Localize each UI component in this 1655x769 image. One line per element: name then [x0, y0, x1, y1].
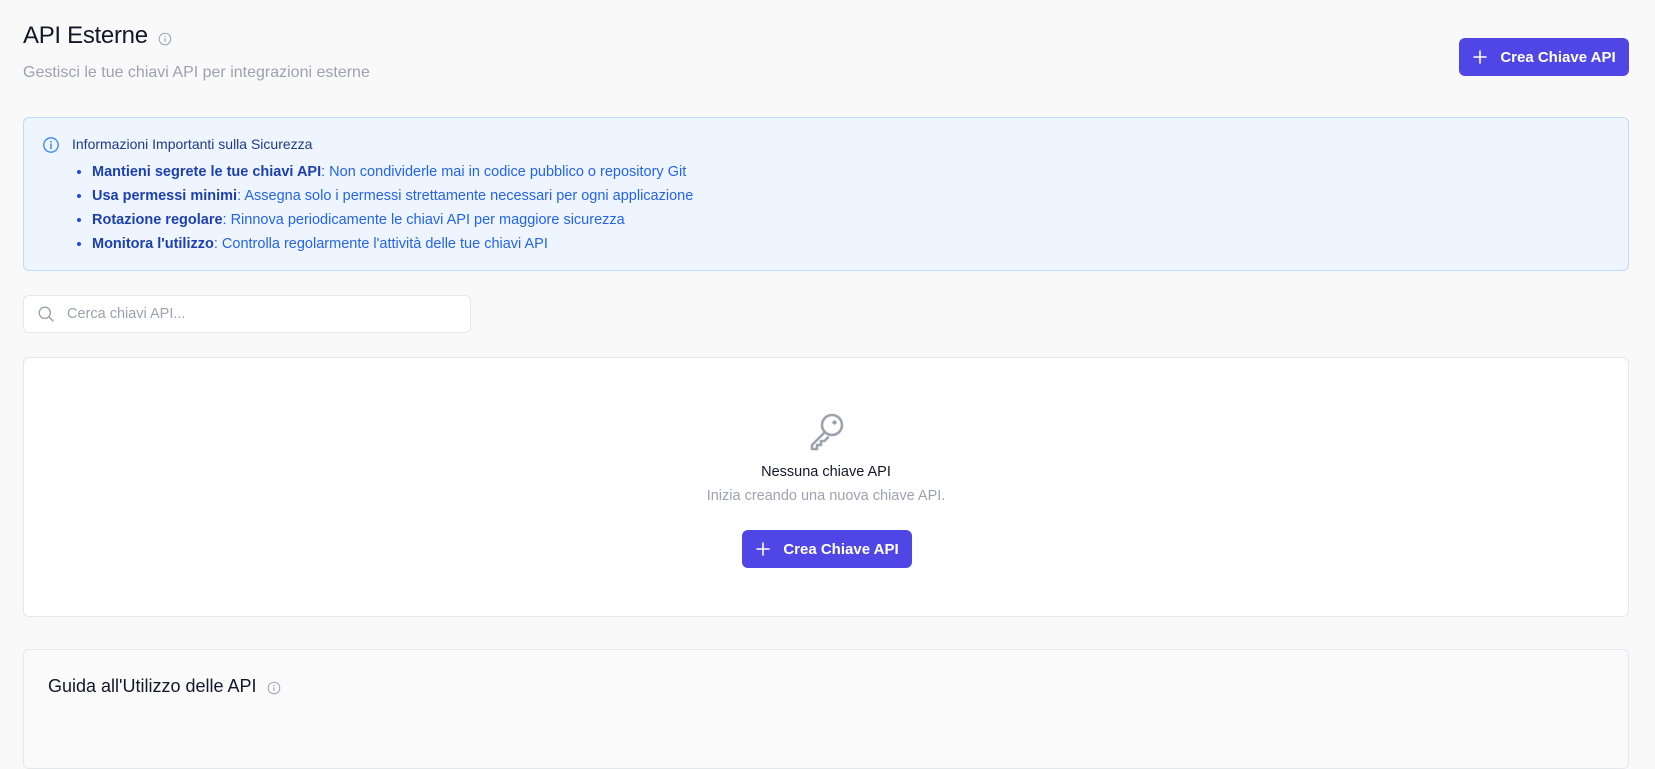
security-tip-text: : Controlla regolarmente l'attività dell…	[213, 236, 548, 252]
info-icon[interactable]	[267, 681, 281, 695]
security-tip-text: : Non condividerle mai in codice pubblic…	[321, 164, 687, 180]
empty-state-create-button-label: Crea Chiave API	[783, 540, 899, 558]
guide-title-row: Guida all'Utilizzo delle API	[48, 676, 281, 697]
security-tip-strong: Monitora l'utilizzo	[92, 236, 214, 252]
security-tip: Monitora l'utilizzo: Controlla regolarme…	[92, 232, 693, 256]
guide-title: Guida all'Utilizzo delle API	[48, 676, 257, 696]
empty-state-subtitle: Inizia creando una nuova chiave API.	[706, 488, 946, 504]
search-box	[23, 295, 471, 333]
security-tip-text: : Rinnova periodicamente le chiavi API p…	[222, 212, 625, 228]
page-title: API Esterne	[23, 22, 148, 49]
info-icon	[42, 136, 60, 154]
plus-icon	[1472, 49, 1488, 65]
page: API Esterne Gestisci le tue chiavi API p…	[23, 0, 1629, 769]
search-icon	[37, 305, 55, 323]
page-subtitle: Gestisci le tue chiavi API per integrazi…	[23, 64, 370, 81]
security-tip-strong: Usa permessi minimi	[92, 188, 238, 204]
empty-state-card: Nessuna chiave API Inizia creando una nu…	[23, 357, 1629, 617]
page-header: API Esterne Gestisci le tue chiavi API p…	[23, 0, 1629, 110]
security-tip: Rotazione regolare: Rinnova periodicamen…	[92, 208, 693, 232]
key-icon	[805, 409, 849, 453]
security-tip-text: : Assegna solo i permessi strettamente n…	[237, 188, 694, 204]
create-api-key-button-label: Crea Chiave API	[1500, 48, 1616, 66]
security-info-box: Informazioni Importanti sulla Sicurezza …	[23, 117, 1629, 271]
security-tip: Usa permessi minimi: Assegna solo i perm…	[92, 184, 693, 208]
search-input[interactable]	[65, 305, 449, 323]
title-row: API Esterne	[23, 22, 172, 50]
security-tips-list: Mantieni segrete le tue chiavi API: Non …	[72, 160, 693, 256]
api-usage-guide-card: Guida all'Utilizzo delle API	[23, 649, 1629, 769]
security-tip: Mantieni segrete le tue chiavi API: Non …	[92, 160, 693, 184]
create-api-key-button[interactable]: Crea Chiave API	[1459, 38, 1629, 76]
security-tip-strong: Rotazione regolare	[92, 212, 223, 228]
security-info-title: Informazioni Importanti sulla Sicurezza	[72, 136, 313, 152]
empty-state-title: Nessuna chiave API	[761, 464, 891, 480]
security-tip-strong: Mantieni segrete le tue chiavi API	[92, 164, 322, 180]
empty-state-create-button[interactable]: Crea Chiave API	[742, 530, 912, 568]
plus-icon	[755, 541, 771, 557]
info-icon[interactable]	[158, 32, 172, 46]
